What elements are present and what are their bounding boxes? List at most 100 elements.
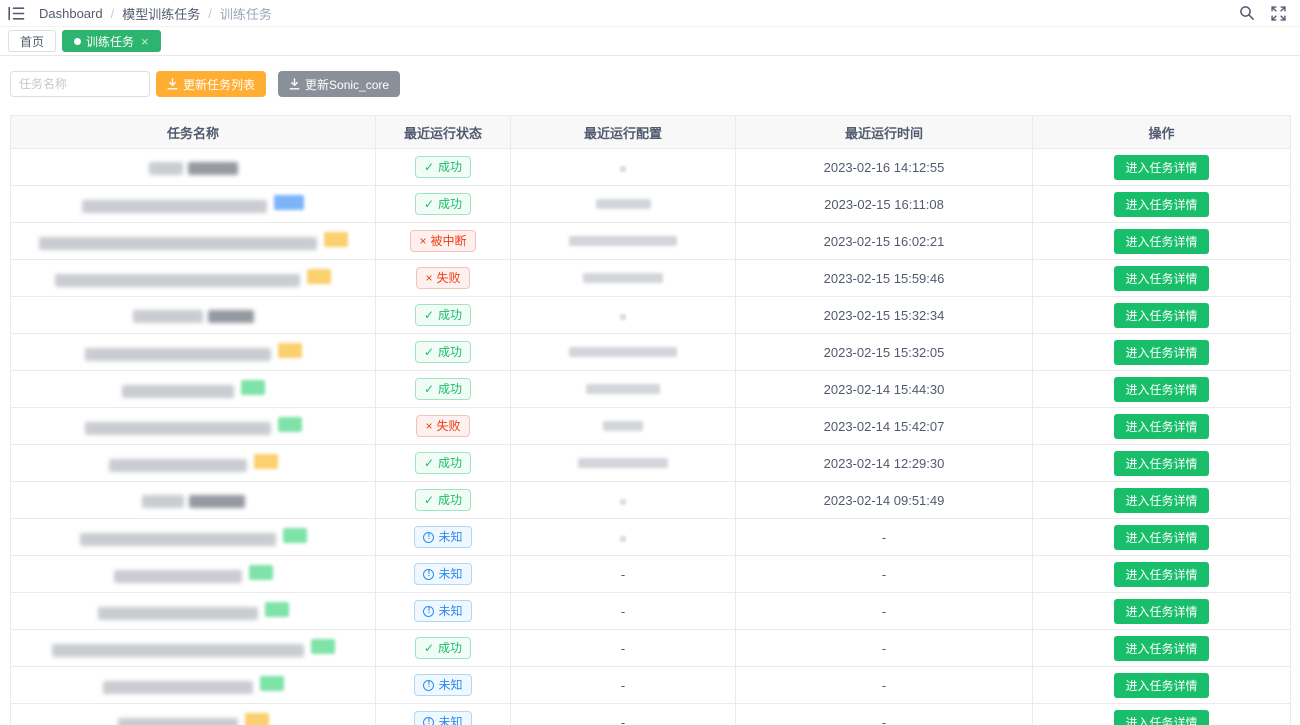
table-row: ✓成功--进入任务详情 [11, 630, 1291, 667]
enter-task-detail-button[interactable]: 进入任务详情 [1114, 488, 1208, 513]
run-timestamp: 2023-02-14 12:29:30 [824, 456, 945, 471]
tabbar: 首页 训练任务 × [0, 27, 1300, 56]
run-timestamp: 2023-02-14 09:51:49 [824, 493, 945, 508]
status-icon: ! [423, 680, 434, 691]
time-cell: - [736, 519, 1033, 556]
redacted-text-block [188, 162, 238, 175]
col-header-status: 最近运行状态 [376, 116, 511, 149]
update-task-list-button[interactable]: 更新任务列表 [156, 71, 266, 97]
tab-close-icon[interactable]: × [141, 35, 149, 48]
breadcrumb-item-current: 训练任务 [220, 4, 272, 23]
action-cell: 进入任务详情 [1033, 223, 1291, 260]
status-icon: ! [423, 532, 434, 543]
task-tag-yellow [254, 454, 278, 469]
status-icon: × [425, 418, 432, 434]
redacted-task-name [114, 570, 242, 583]
status-badge-interrupted: ×被中断 [410, 230, 475, 252]
time-cell: - [736, 704, 1033, 725]
redacted-config-dot [620, 314, 626, 320]
redacted-task-name [85, 348, 271, 361]
tab-home[interactable]: 首页 [8, 30, 56, 52]
time-empty-value: - [882, 678, 886, 693]
status-badge-unknown: !未知 [414, 563, 471, 585]
topbar: Dashboard / 模型训练任务 / 训练任务 [0, 0, 1300, 27]
toolbar: 更新任务列表 更新Sonic_core [10, 71, 1290, 97]
time-cell: 2023-02-15 15:59:46 [736, 260, 1033, 297]
redacted-text-block [208, 310, 254, 323]
redacted-text-block [114, 570, 242, 583]
redacted-task-name [52, 644, 304, 657]
sidebar-toggle-icon[interactable] [8, 6, 25, 21]
redacted-text-block [39, 237, 317, 250]
col-header-config: 最近运行配置 [511, 116, 736, 149]
enter-task-detail-button[interactable]: 进入任务详情 [1114, 710, 1208, 725]
enter-task-detail-button[interactable]: 进入任务详情 [1114, 340, 1208, 365]
time-cell: 2023-02-16 14:12:55 [736, 149, 1033, 186]
status-cell: ! 未知 [376, 667, 511, 704]
col-header-actions: 操作 [1033, 116, 1291, 149]
enter-task-detail-button[interactable]: 进入任务详情 [1114, 414, 1208, 439]
enter-task-detail-button[interactable]: 进入任务详情 [1114, 673, 1208, 698]
table-row: ✓成功2023-02-15 16:11:08进入任务详情 [11, 186, 1291, 223]
enter-task-detail-button[interactable]: 进入任务详情 [1114, 451, 1208, 476]
redacted-text-block [85, 422, 271, 435]
status-cell: ×失败 [376, 408, 511, 445]
enter-task-detail-button[interactable]: 进入任务详情 [1114, 266, 1208, 291]
fullscreen-icon[interactable] [1271, 6, 1286, 21]
action-cell: 进入任务详情 [1033, 445, 1291, 482]
breadcrumb-item-dashboard[interactable]: Dashboard [39, 6, 103, 21]
run-timestamp: 2023-02-14 15:44:30 [824, 382, 945, 397]
update-sonic-core-button[interactable]: 更新Sonic_core [278, 71, 400, 97]
redacted-config [603, 421, 643, 431]
status-cell: !未知 [376, 556, 511, 593]
enter-task-detail-button[interactable]: 进入任务详情 [1114, 636, 1208, 661]
config-cell [511, 223, 736, 260]
task-tag-green [311, 639, 335, 654]
config-cell [511, 445, 736, 482]
status-badge-success: ✓成功 [415, 341, 471, 363]
redacted-text-block [103, 681, 253, 694]
search-icon[interactable] [1239, 5, 1255, 21]
run-timestamp: 2023-02-15 16:02:21 [824, 234, 945, 249]
task-name-cell [11, 297, 376, 334]
enter-task-detail-button[interactable]: 进入任务详情 [1114, 192, 1208, 217]
status-label: 成功 [438, 159, 462, 175]
status-cell: !未知 [376, 704, 511, 725]
redacted-config [596, 199, 651, 209]
config-empty-value: - [621, 604, 625, 619]
download-icon [167, 78, 178, 90]
tab-training-tasks[interactable]: 训练任务 × [62, 30, 161, 52]
time-cell: 2023-02-14 12:29:30 [736, 445, 1033, 482]
task-tag-yellow [324, 232, 348, 247]
task-tag-green [283, 528, 307, 543]
enter-task-detail-button[interactable]: 进入任务详情 [1114, 599, 1208, 624]
breadcrumb-separator: / [208, 6, 212, 21]
task-name-cell [11, 371, 376, 408]
status-icon: ! [423, 717, 434, 725]
status-label: 未知 [438, 677, 462, 693]
content-area: 更新任务列表 更新Sonic_core 任务名称 最近运行状态 最近运行配置 [0, 71, 1300, 725]
table-row: ×失败2023-02-14 15:42:07进入任务详情 [11, 408, 1291, 445]
config-cell: - [511, 667, 736, 704]
task-name-cell [11, 223, 376, 260]
task-name-input[interactable] [10, 71, 150, 97]
status-icon: ✓ [424, 344, 434, 360]
enter-task-detail-button[interactable]: 进入任务详情 [1114, 229, 1208, 254]
status-cell: ×失败 [376, 260, 511, 297]
enter-task-detail-button[interactable]: 进入任务详情 [1114, 562, 1208, 587]
time-empty-value: - [882, 641, 886, 656]
status-badge-success: ✓成功 [415, 637, 471, 659]
action-cell: 进入任务详情 [1033, 630, 1291, 667]
status-icon: ✓ [424, 455, 434, 471]
enter-task-detail-button[interactable]: 进入任务详情 [1114, 525, 1208, 550]
enter-task-detail-button[interactable]: 进入任务详情 [1114, 155, 1208, 180]
redacted-task-name [39, 237, 317, 250]
time-cell: 2023-02-14 15:44:30 [736, 371, 1033, 408]
status-label: 被中断 [431, 233, 467, 249]
breadcrumb-item-model-training[interactable]: 模型训练任务 [122, 4, 200, 23]
table-row: ✓成功2023-02-15 15:32:34进入任务详情 [11, 297, 1291, 334]
action-cell: 进入任务详情 [1033, 186, 1291, 223]
enter-task-detail-button[interactable]: 进入任务详情 [1114, 377, 1208, 402]
status-cell: ✓成功 [376, 630, 511, 667]
enter-task-detail-button[interactable]: 进入任务详情 [1114, 303, 1208, 328]
